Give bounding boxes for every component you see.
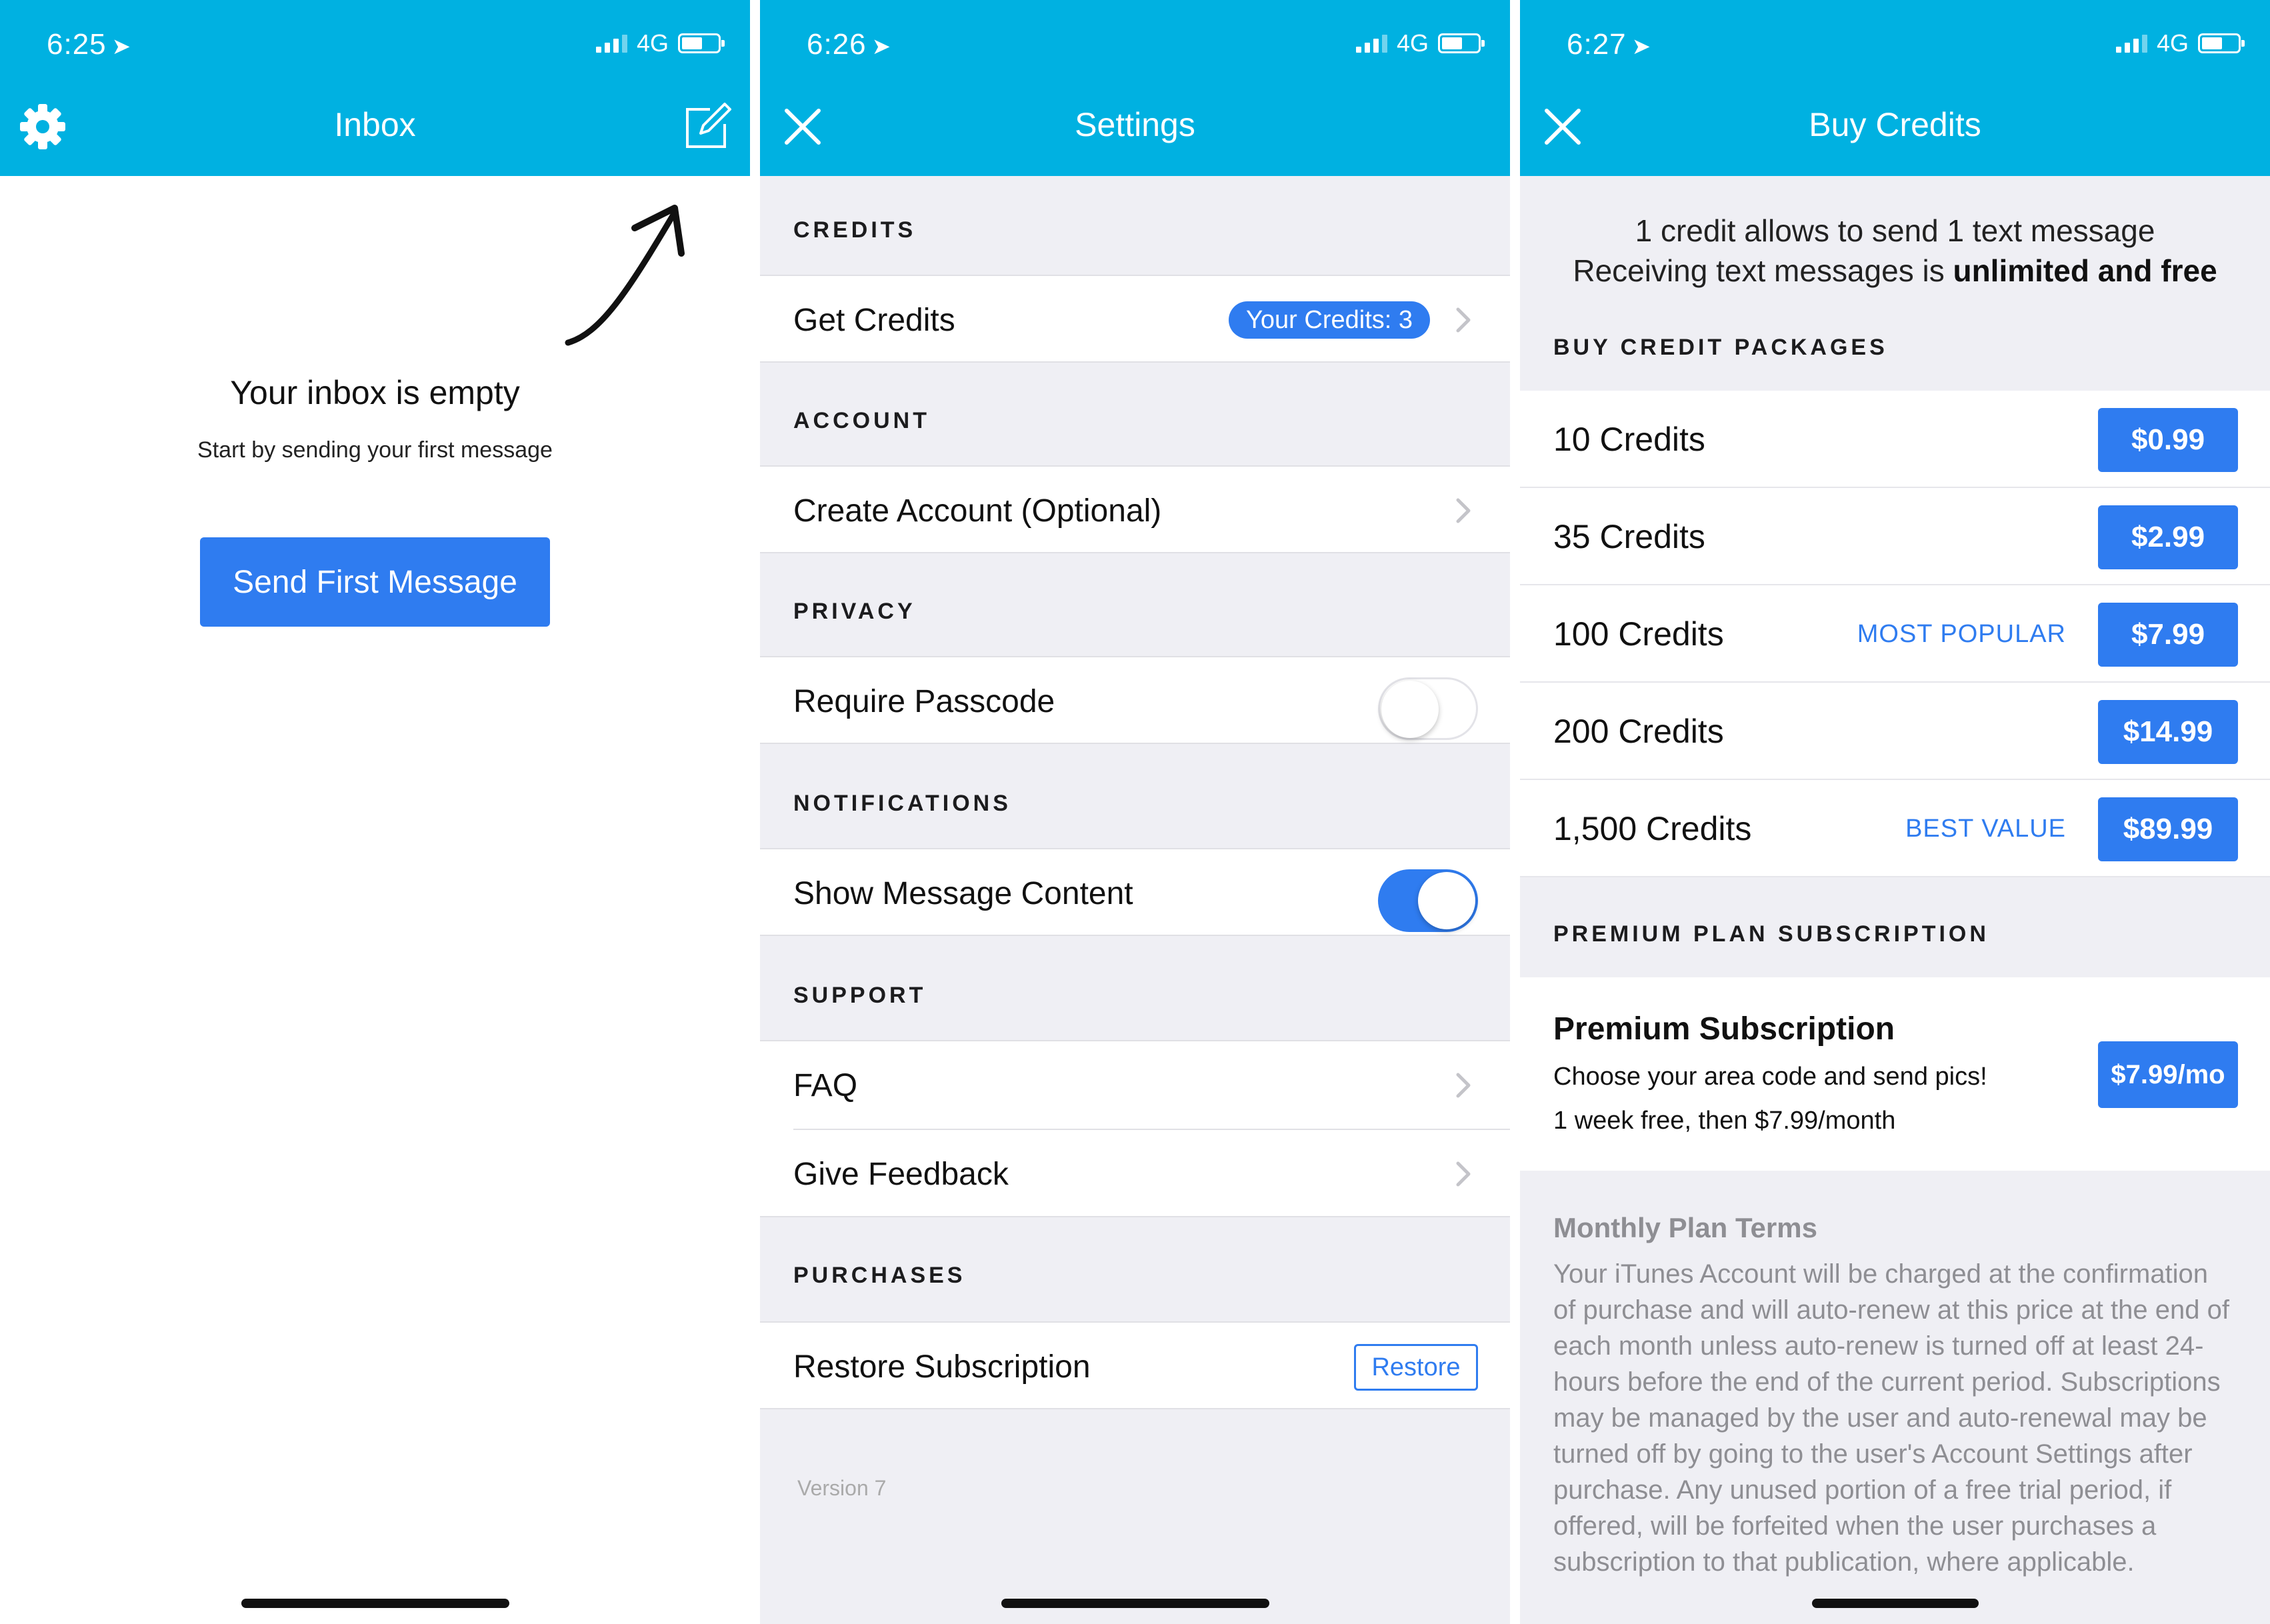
chevron-right-icon (1456, 498, 1471, 523)
network-label: 4G (1396, 29, 1429, 57)
package-label: 10 Credits (1553, 421, 1705, 458)
package-row: 10 Credits $0.99 (1520, 391, 2270, 488)
premium-subscribe-button[interactable]: $7.99/mo (2098, 1041, 2238, 1108)
section-header-credits: CREDITS (793, 217, 917, 243)
send-first-message-button[interactable]: Send First Message (200, 537, 550, 627)
require-passcode-toggle[interactable] (1378, 677, 1478, 740)
signal-icon (1355, 34, 1387, 53)
battery-icon (2198, 33, 2245, 53)
intro-line-1: 1 credit allows to send 1 text message (1635, 213, 2155, 248)
package-row: 200 Credits $14.99 (1520, 683, 2270, 780)
empty-state-title: Your inbox is empty (230, 374, 520, 411)
row-label: Restore Subscription (793, 1349, 1091, 1385)
row-label: Require Passcode (793, 683, 1055, 719)
package-row: 35 Credits $2.99 (1520, 488, 2270, 585)
empty-state-subtitle: Start by sending your first message (197, 437, 553, 463)
most-popular-tag: MOST POPULAR (1857, 619, 2066, 648)
package-label: 35 Credits (1553, 518, 1705, 555)
require-passcode-row: Require Passcode (760, 656, 1510, 744)
battery-icon (678, 33, 725, 53)
status-indicators: 4G (2115, 29, 2245, 57)
inbox-screen: 6:25 ➤ 4G Inbox Your inbox is empty Star… (0, 0, 750, 1624)
page-title: Inbox (334, 106, 416, 143)
network-label: 4G (636, 29, 669, 57)
compose-icon[interactable] (681, 100, 734, 153)
show-message-content-row: Show Message Content (760, 848, 1510, 936)
row-label: Show Message Content (793, 875, 1133, 911)
best-value-tag: BEST VALUE (1905, 814, 2066, 843)
location-icon: ➤ (111, 34, 132, 59)
intro-text: 1 credit allows to send 1 text message R… (1520, 211, 2270, 291)
restore-subscription-row: Restore Subscription Restore (760, 1321, 1510, 1409)
terms-title: Monthly Plan Terms (1553, 1212, 1817, 1243)
hint-arrow-icon (565, 205, 685, 346)
nav-bar: 6:26 ➤ 4G Settings (760, 0, 1510, 176)
premium-trial-text: 1 week free, then $7.99/month (1553, 1107, 1896, 1135)
section-header-account: ACCOUNT (793, 408, 930, 433)
buy-100-credits-button[interactable]: $7.99 (2098, 603, 2238, 667)
section-header-support: SUPPORT (793, 983, 927, 1008)
nav-bar: 6:25 ➤ 4G Inbox (0, 0, 750, 176)
create-account-row[interactable]: Create Account (Optional) (760, 465, 1510, 553)
home-indicator (1001, 1599, 1269, 1608)
location-icon: ➤ (1631, 34, 1652, 59)
section-header-packages: BUY CREDIT PACKAGES (1553, 335, 1888, 360)
signal-icon (595, 34, 627, 53)
status-indicators: 4G (595, 29, 725, 57)
package-label: 100 Credits (1553, 615, 1724, 653)
get-credits-row[interactable]: Get Credits Your Credits: 3 (760, 275, 1510, 363)
status-time: 6:26 ➤ (807, 28, 892, 61)
signal-icon (2115, 34, 2147, 53)
status-time: 6:27 ➤ (1567, 28, 1652, 61)
network-label: 4G (2156, 29, 2189, 57)
row-label: FAQ (793, 1067, 858, 1103)
section-header-purchases: PURCHASES (793, 1263, 966, 1288)
faq-row[interactable]: FAQ (760, 1041, 1510, 1129)
chevron-right-icon (1456, 1161, 1471, 1187)
terms-body: Your iTunes Account will be charged at t… (1553, 1259, 2229, 1577)
buy-35-credits-button[interactable]: $2.99 (2098, 505, 2238, 569)
support-group: FAQ Give Feedback (760, 1040, 1510, 1217)
row-label: Create Account (Optional) (793, 493, 1162, 529)
row-label: Give Feedback (793, 1156, 1009, 1192)
section-header-privacy: PRIVACY (793, 599, 916, 624)
section-header-notifications: NOTIFICATIONS (793, 791, 1011, 816)
row-label: Get Credits (793, 302, 955, 338)
page-title: Settings (1075, 106, 1195, 143)
restore-button[interactable]: Restore (1354, 1344, 1478, 1391)
chevron-right-icon (1456, 1073, 1471, 1098)
battery-icon (1438, 33, 1485, 53)
home-indicator (1811, 1599, 1979, 1608)
buy-10-credits-button[interactable]: $0.99 (2098, 408, 2238, 472)
buy-1500-credits-button[interactable]: $89.99 (2098, 797, 2238, 861)
package-label: 1,500 Credits (1553, 810, 1752, 847)
intro-emphasis: unlimited and free (1953, 253, 2217, 288)
package-row: 100 Credits MOST POPULAR $7.99 (1520, 585, 2270, 683)
home-indicator (241, 1599, 509, 1608)
intro-line-2: Receiving text messages is unlimited and… (1573, 253, 2217, 288)
page-title: Buy Credits (1809, 106, 1981, 143)
status-indicators: 4G (1355, 29, 1485, 57)
chevron-right-icon (1456, 307, 1471, 333)
settings-screen: 6:26 ➤ 4G Settings CREDITS Get Credits Yo… (760, 0, 1510, 1624)
nav-bar: 6:27 ➤ 4G Buy Credits (1520, 0, 2270, 176)
buy-200-credits-button[interactable]: $14.99 (2098, 700, 2238, 764)
terms-block: Monthly Plan Terms Your iTunes Account w… (1553, 1212, 2231, 1580)
status-time: 6:25 ➤ (47, 28, 132, 61)
show-message-content-toggle[interactable] (1378, 869, 1478, 932)
package-label: 200 Credits (1553, 713, 1724, 750)
premium-title: Premium Subscription (1553, 1011, 1895, 1047)
credits-badge: Your Credits: 3 (1229, 301, 1430, 339)
premium-subtitle: Choose your area code and send pics! (1553, 1063, 1987, 1091)
buy-credits-screen: 6:27 ➤ 4G Buy Credits 1 credit allows to … (1520, 0, 2270, 1624)
version-label: Version 7 (797, 1476, 887, 1500)
give-feedback-row[interactable]: Give Feedback (760, 1130, 1510, 1218)
package-row: 1,500 Credits BEST VALUE $89.99 (1520, 780, 2270, 877)
location-icon: ➤ (871, 34, 892, 59)
section-header-premium: PREMIUM PLAN SUBSCRIPTION (1553, 921, 1989, 947)
